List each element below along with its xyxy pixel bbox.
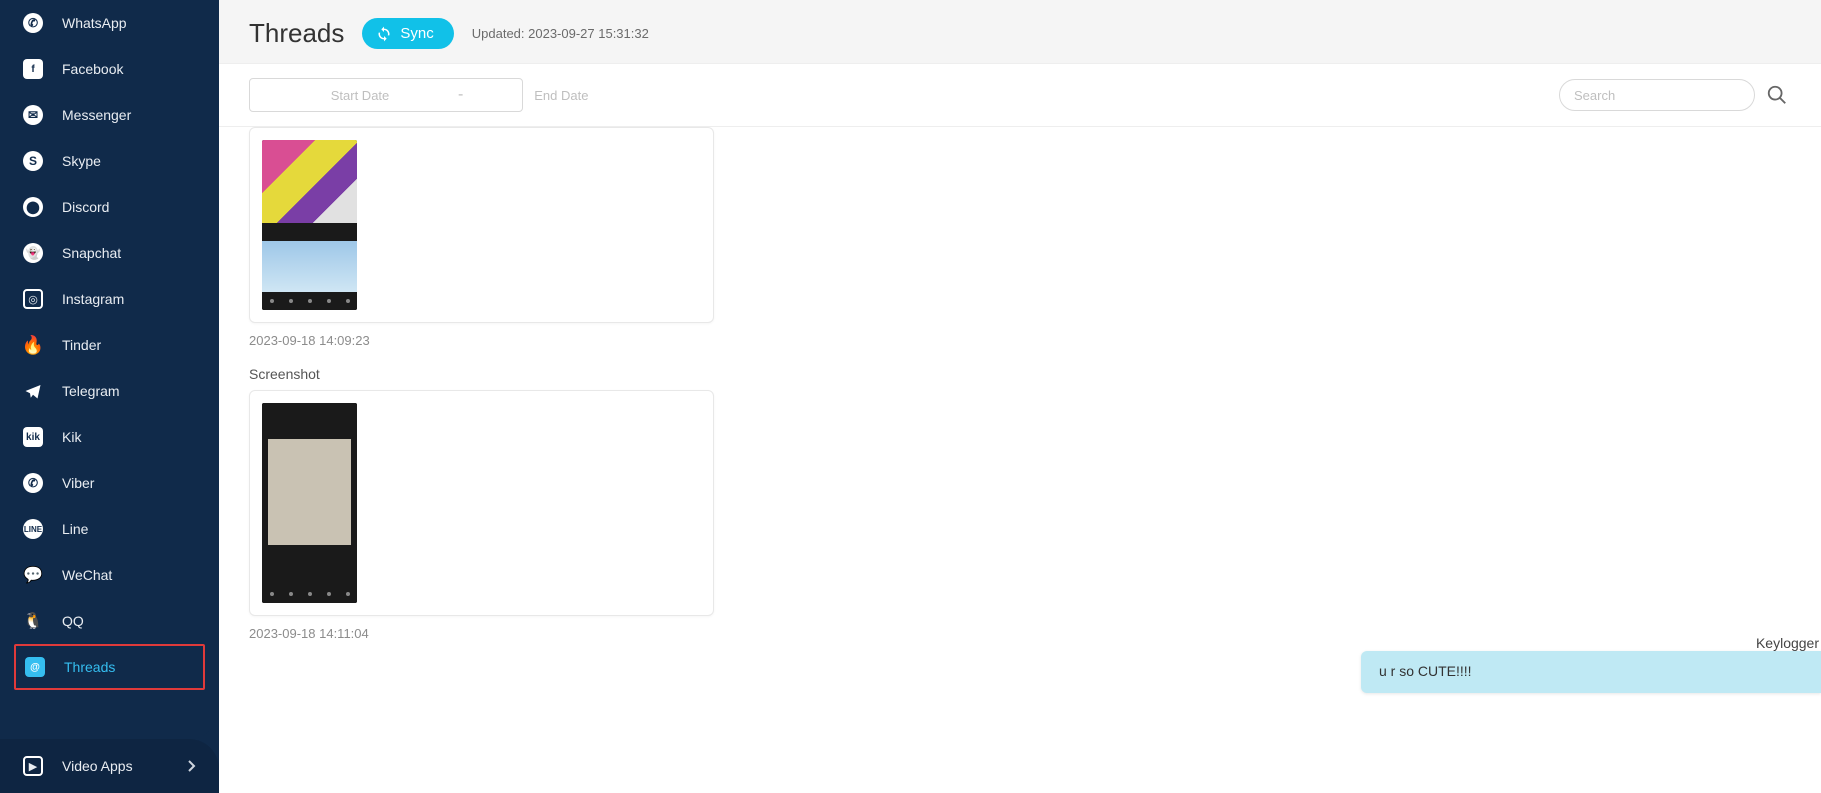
skype-icon: S (22, 150, 44, 172)
sidebar-item-label: Facebook (62, 61, 123, 77)
sidebar-item-threads-highlight: @ Threads (14, 644, 205, 690)
line-icon: LINE (22, 518, 44, 540)
telegram-icon (22, 380, 44, 402)
end-date-input[interactable] (473, 88, 649, 103)
viber-icon: ✆ (22, 472, 44, 494)
sidebar-item-label: WeChat (62, 567, 112, 583)
sidebar-item-label: Viber (62, 475, 94, 491)
keylogger-text: u r so CUTE!!!! (1379, 663, 1472, 679)
sidebar-item-line[interactable]: LINE Line (0, 506, 219, 552)
sidebar-item-wechat[interactable]: 💬 WeChat (0, 552, 219, 598)
sidebar-item-label: Discord (62, 199, 109, 215)
screenshot-thumbnail (262, 140, 357, 310)
screenshot-entry: Screenshot 2023-09-18 14:11:04 (219, 366, 1821, 659)
facebook-icon: f (22, 58, 44, 80)
sidebar-item-video-apps[interactable]: ▶ Video Apps (0, 739, 219, 793)
date-range-picker[interactable]: - (249, 78, 523, 112)
sidebar-item-instagram[interactable]: ◎ Instagram (0, 276, 219, 322)
sidebar-item-kik[interactable]: kik Kik (0, 414, 219, 460)
sidebar-item-viber[interactable]: ✆ Viber (0, 460, 219, 506)
sync-icon (376, 26, 392, 42)
sidebar-item-label: Threads (64, 659, 115, 675)
sidebar-item-facebook[interactable]: f Facebook (0, 46, 219, 92)
whatsapp-icon: ✆ (22, 12, 44, 34)
sidebar-item-label: Video Apps (62, 758, 133, 774)
screenshot-card[interactable] (249, 390, 714, 616)
sidebar-item-threads[interactable]: @ Threads (16, 646, 203, 688)
video-apps-icon: ▶ (22, 755, 44, 777)
date-separator: - (458, 86, 463, 104)
sidebar-item-whatsapp[interactable]: ✆ WhatsApp (0, 0, 219, 46)
sidebar-item-label: QQ (62, 613, 84, 629)
qq-icon: 🐧 (22, 610, 44, 632)
screenshot-card[interactable] (249, 127, 714, 323)
snapchat-icon: 👻 (22, 242, 44, 264)
screenshot-entry: 2023-09-18 14:09:23 (219, 127, 1821, 366)
entry-timestamp: 2023-09-18 14:09:23 (249, 333, 1791, 348)
sync-button[interactable]: Sync (362, 18, 453, 49)
chevron-right-icon (187, 760, 197, 772)
entry-label: Screenshot (249, 366, 1791, 382)
tinder-icon: 🔥 (22, 334, 44, 356)
keylogger-bubble[interactable]: u r so CUTE!!!! (1361, 651, 1821, 693)
discord-icon: ⬤ (22, 196, 44, 218)
sidebar-item-snapchat[interactable]: 👻 Snapchat (0, 230, 219, 276)
main-panel: Threads Sync Updated: 2023-09-27 15:31:3… (219, 0, 1821, 793)
sidebar-item-label: Kik (62, 429, 81, 445)
sync-label: Sync (400, 25, 433, 42)
sidebar: ✆ WhatsApp f Facebook ✉ Messenger S Skyp… (0, 0, 219, 793)
updated-text: Updated: 2023-09-27 15:31:32 (472, 26, 649, 41)
kik-icon: kik (22, 426, 44, 448)
sidebar-item-label: Tinder (62, 337, 101, 353)
sidebar-item-label: Skype (62, 153, 101, 169)
instagram-icon: ◎ (22, 288, 44, 310)
sidebar-item-label: Snapchat (62, 245, 121, 261)
page-header: Threads Sync Updated: 2023-09-27 15:31:3… (219, 0, 1821, 63)
search-box[interactable] (1559, 79, 1755, 111)
sidebar-item-messenger[interactable]: ✉ Messenger (0, 92, 219, 138)
wechat-icon: 💬 (22, 564, 44, 586)
entry-timestamp: 2023-09-18 14:11:04 (249, 626, 1791, 641)
search-button[interactable] (1763, 81, 1791, 109)
sidebar-item-skype[interactable]: S Skype (0, 138, 219, 184)
start-date-input[interactable] (272, 88, 448, 103)
messenger-icon: ✉ (22, 104, 44, 126)
search-icon (1766, 84, 1788, 106)
sidebar-item-label: WhatsApp (62, 15, 127, 31)
sidebar-item-label: Instagram (62, 291, 124, 307)
threads-icon: @ (24, 656, 46, 678)
sidebar-item-qq[interactable]: 🐧 QQ (0, 598, 219, 644)
sidebar-item-label: Messenger (62, 107, 131, 123)
sidebar-item-tinder[interactable]: 🔥 Tinder (0, 322, 219, 368)
content-area: 2023-09-18 14:09:23 Screenshot 2023-09-1… (219, 127, 1821, 793)
screenshot-thumbnail (262, 403, 357, 603)
page-title: Threads (249, 18, 344, 49)
search-input[interactable] (1574, 88, 1740, 103)
sidebar-item-discord[interactable]: ⬤ Discord (0, 184, 219, 230)
sidebar-item-telegram[interactable]: Telegram (0, 368, 219, 414)
sidebar-item-label: Line (62, 521, 88, 537)
sidebar-item-label: Telegram (62, 383, 120, 399)
filter-toolbar: - (219, 63, 1821, 127)
